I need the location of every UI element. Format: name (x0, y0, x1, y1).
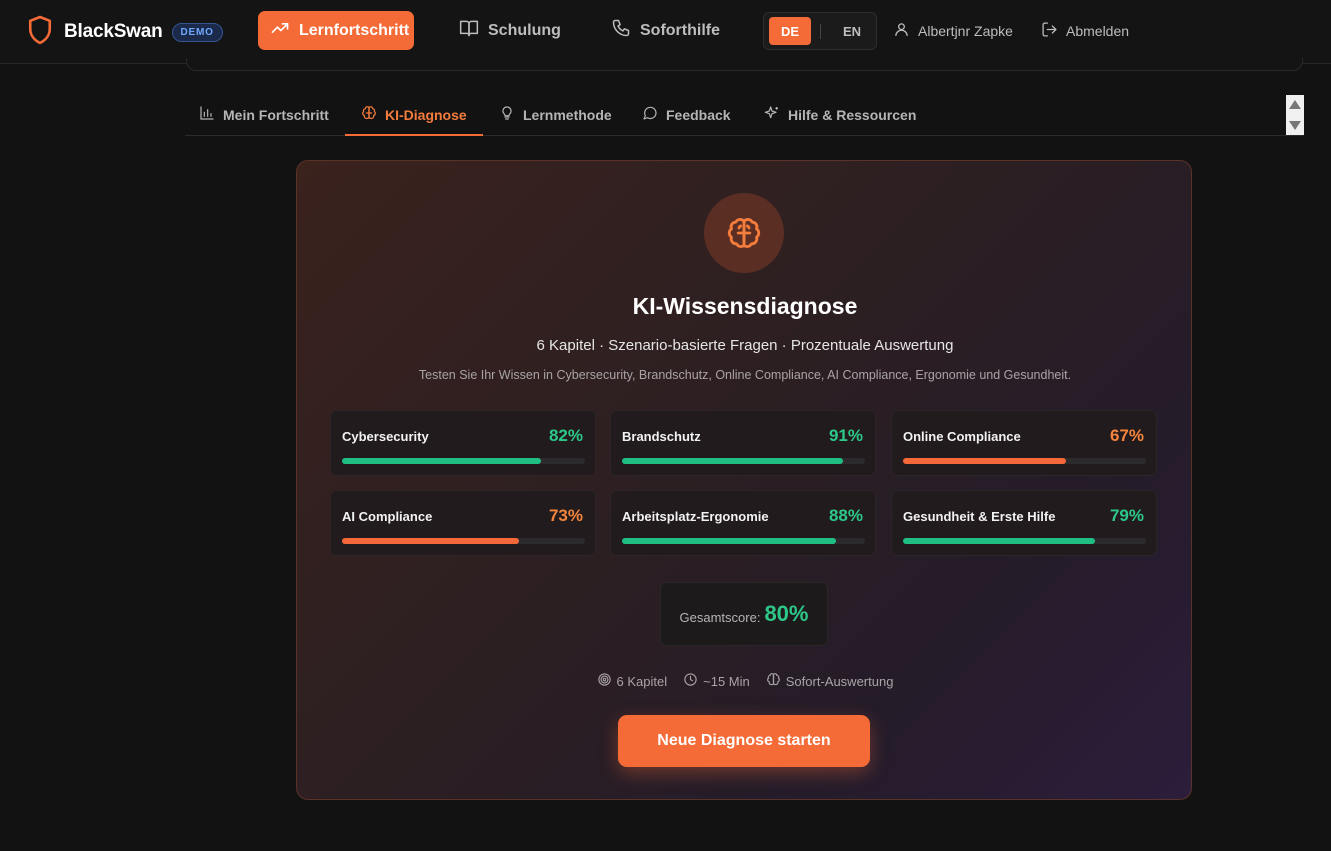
category-name: AI Compliance (342, 509, 433, 524)
tab-feedback[interactable]: Feedback (642, 94, 731, 135)
progress-track (622, 538, 865, 544)
category-card: Gesundheit & Erste Hilfe 79% (891, 490, 1157, 556)
user-name: Albertjnr Zapke (918, 23, 1013, 39)
tab-label: Hilfe & Ressourcen (788, 106, 917, 123)
category-name: Online Compliance (903, 429, 1021, 444)
total-score-label: Gesamtscore: (679, 609, 761, 625)
nav-schulung[interactable]: Schulung (459, 11, 561, 50)
start-diagnosis-button[interactable]: Neue Diagnose starten (618, 715, 870, 767)
meta-evaluation: Sofort-Auswertung (766, 672, 894, 690)
brain-icon (361, 105, 385, 124)
phone-icon (611, 18, 640, 43)
tab-ki-diagnose[interactable]: KI-Diagnose (345, 94, 483, 136)
category-percent: 88% (828, 506, 863, 525)
target-icon (597, 672, 617, 690)
nav-label: Schulung (488, 21, 561, 39)
progress-track (903, 538, 1146, 544)
tab-label: Mein Fortschritt (223, 106, 329, 123)
divider (820, 24, 821, 39)
lightbulb-icon (499, 105, 523, 124)
diagnosis-meta: 6 Kapitel ~15 Min Sofort-Auswertung (297, 671, 1193, 691)
tab-mein-fortschritt[interactable]: Mein Fortschritt (199, 94, 329, 135)
tab-label: KI-Diagnose (385, 106, 467, 123)
diagnosis-card: KI-Wissensdiagnose 6 Kapitel · Szenario-… (296, 160, 1192, 800)
demo-badge: DEMO (171, 22, 223, 42)
progress-track (903, 458, 1146, 464)
total-score-value: 80% (764, 601, 809, 626)
progress-fill (903, 458, 1066, 464)
trending-up-icon (270, 18, 299, 43)
user-icon (893, 21, 918, 41)
brain-icon (766, 672, 786, 690)
sparkles-icon (764, 105, 788, 124)
logout-label: Abmelden (1066, 23, 1130, 39)
logout-button[interactable]: Abmelden (1041, 20, 1129, 42)
progress-track (622, 458, 865, 464)
category-percent: 67% (1109, 426, 1144, 445)
nav-label: Soforthilfe (640, 21, 720, 39)
tab-hilfe-ressourcen[interactable]: Hilfe & Ressourcen (764, 94, 916, 135)
category-name: Arbeitsplatz-Ergonomie (622, 509, 769, 524)
clock-icon (683, 672, 703, 690)
nav-soforthilfe[interactable]: Soforthilfe (611, 11, 720, 50)
category-percent: 82% (548, 426, 583, 445)
category-percent: 79% (1109, 506, 1144, 525)
category-percent: 73% (548, 506, 583, 525)
logout-icon (1041, 21, 1066, 41)
previous-card-edge (186, 58, 1303, 71)
meta-label: ~15 Min (703, 673, 750, 689)
nav-lernfortschritt[interactable]: Lernfortschritt (258, 11, 414, 50)
progress-fill (903, 538, 1095, 544)
meta-label: Sofort-Auswertung (785, 673, 894, 689)
message-circle-icon (642, 105, 666, 124)
diagnosis-title: KI-Wissensdiagnose (632, 293, 858, 319)
meta-duration: ~15 Min (683, 672, 750, 690)
tab-bar: Mein Fortschritt KI-Diagnose Lernmethode… (185, 94, 1303, 136)
nav-label: Lernfortschritt (299, 21, 410, 39)
category-card: Arbeitsplatz-Ergonomie 88% (610, 490, 876, 556)
meta-label: 6 Kapitel (616, 673, 668, 689)
brain-icon (704, 193, 784, 273)
tab-label: Feedback (666, 106, 731, 123)
progress-fill (342, 538, 520, 544)
progress-fill (342, 458, 542, 464)
category-card: Cybersecurity 82% (330, 410, 596, 476)
tab-lernmethode[interactable]: Lernmethode (499, 94, 612, 135)
category-name: Brandschutz (622, 429, 701, 444)
progress-fill (622, 538, 836, 544)
total-score: Gesamtscore: 80% (660, 582, 828, 646)
diagnosis-subtitle: 6 Kapitel · Szenario-basierte Fragen · P… (536, 337, 954, 354)
shield-icon (27, 14, 53, 51)
category-percent: 91% (828, 426, 863, 445)
scroll-down-arrow-icon[interactable] (1289, 121, 1301, 130)
language-switch: DE EN (763, 12, 877, 50)
diagnosis-description: Testen Sie Ihr Wissen in Cybersecurity, … (418, 368, 1072, 382)
category-card: Brandschutz 91% (610, 410, 876, 476)
book-open-icon (459, 18, 488, 43)
category-name: Cybersecurity (342, 429, 429, 444)
lang-de-button[interactable]: DE (769, 17, 811, 45)
brand-name: BlackSwan (64, 21, 163, 42)
category-card: AI Compliance 73% (330, 490, 596, 556)
progress-track (342, 538, 585, 544)
progress-fill (622, 458, 844, 464)
scroll-up-arrow-icon[interactable] (1289, 100, 1301, 109)
tab-label: Lernmethode (523, 106, 612, 123)
progress-track (342, 458, 585, 464)
meta-chapters: 6 Kapitel (597, 672, 668, 690)
mini-scrollbar[interactable] (1286, 95, 1304, 135)
category-name: Gesundheit & Erste Hilfe (903, 509, 1056, 524)
user-profile[interactable]: Albertjnr Zapke (893, 20, 1013, 42)
category-card: Online Compliance 67% (891, 410, 1157, 476)
brand[interactable]: BlackSwan DEMO (27, 15, 223, 49)
bar-chart-icon (199, 105, 223, 124)
top-navigation: BlackSwan DEMO Lernfortschritt Schulung … (0, 0, 1331, 64)
lang-en-button[interactable]: EN (832, 17, 872, 45)
